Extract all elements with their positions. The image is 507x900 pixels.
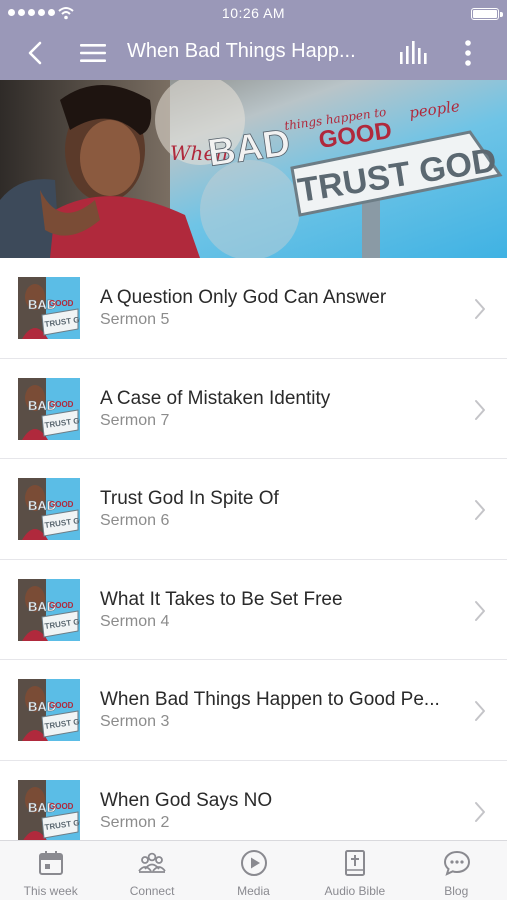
status-bar: 10:26 AM (0, 0, 507, 26)
sermon-title: What It Takes to Be Set Free (100, 588, 343, 610)
tab-this-week[interactable]: This week (0, 841, 101, 900)
thumb-good: GOOD (49, 701, 74, 710)
page-title: When Bad Things Happ... (127, 40, 356, 62)
sermon-title: Trust God In Spite Of (100, 488, 279, 509)
sermon-title: When Bad Things Happen to Good Pe... (100, 689, 440, 710)
sermon-subtitle: Sermon 2 (100, 813, 170, 831)
status-time: 10:26 AM (221, 5, 286, 21)
chevron-right-icon (475, 701, 485, 721)
back-arrow-icon[interactable] (22, 40, 48, 66)
bottom-tab-bar: This week Connect Media Audio Bible Blog (0, 840, 507, 900)
chat-bubble-icon (443, 850, 470, 876)
sermon-title: When God Says NO (100, 789, 273, 811)
people-icon (138, 852, 167, 873)
sermon-list-item[interactable]: BAD GOOD TRUST GOD A Question Only God C… (0, 258, 507, 359)
chevron-right-icon (475, 500, 485, 520)
tab-connect[interactable]: Connect (101, 841, 202, 900)
series-banner: When BAD things happen to GOOD people TR… (0, 80, 507, 258)
sermon-thumbnail: BAD GOOD TRUST GOD (18, 679, 80, 741)
sermon-thumbnail: BAD GOOD TRUST GOD (18, 377, 80, 440)
sermon-list-item[interactable]: BAD GOOD TRUST GOD A Case of Mistaken Id… (0, 358, 507, 459)
chevron-right-icon (475, 299, 485, 319)
calendar-icon (39, 851, 63, 875)
thumb-good: GOOD (49, 601, 74, 610)
thumb-good: GOOD (49, 400, 74, 409)
tab-label: Media (237, 884, 270, 898)
sermon-thumbnail: BAD GOOD TRUST GOD (18, 277, 80, 339)
more-options-icon[interactable] (458, 38, 478, 68)
sermon-subtitle: Sermon 6 (100, 512, 170, 529)
battery-icon (471, 8, 503, 20)
tab-label: Blog (444, 884, 469, 898)
sermon-subtitle: Sermon 4 (100, 612, 170, 630)
sermon-list-item[interactable]: BAD GOOD TRUST GOD When God Says NO Serm… (0, 760, 507, 840)
sermon-title: A Case of Mistaken Identity (100, 387, 331, 409)
thumb-good: GOOD (49, 299, 74, 308)
sermon-title: A Question Only God Can Answer (100, 287, 387, 308)
chevron-right-icon (475, 600, 485, 621)
tab-blog[interactable]: Blog (406, 841, 507, 900)
bible-icon (345, 850, 366, 876)
chevron-right-icon (475, 399, 485, 420)
audio-player-icon[interactable] (398, 40, 430, 66)
sermon-list: BAD GOOD TRUST GOD A Question Only God C… (0, 258, 507, 840)
tab-audio-bible[interactable]: Audio Bible (304, 841, 405, 900)
sermon-list-item[interactable]: BAD GOOD TRUST GOD When Bad Things Happe… (0, 660, 507, 761)
thumb-good: GOOD (49, 802, 74, 811)
sermon-thumbnail: BAD GOOD TRUST GOD (18, 478, 80, 540)
chevron-right-icon (475, 801, 485, 822)
sermon-list-item[interactable]: BAD GOOD TRUST GOD Trust God In Spite Of… (0, 459, 507, 560)
sermon-subtitle: Sermon 7 (100, 411, 170, 429)
play-circle-icon (240, 850, 267, 876)
sermon-subtitle: Sermon 3 (100, 713, 170, 730)
hamburger-menu-icon[interactable] (79, 41, 107, 65)
tab-label: This week (23, 884, 78, 898)
sermon-thumbnail: BAD GOOD TRUST GOD (18, 779, 80, 840)
sermon-list-item[interactable]: BAD GOOD TRUST GOD What It Takes to Be S… (0, 559, 507, 660)
banner-artwork: When BAD things happen to GOOD people TR… (0, 80, 507, 258)
tab-media[interactable]: Media (203, 841, 304, 900)
sermon-subtitle: Sermon 5 (100, 311, 170, 328)
tab-label: Connect (129, 884, 175, 898)
nav-bar: When Bad Things Happ... (0, 26, 507, 80)
tab-label: Audio Bible (324, 884, 386, 898)
sermon-thumbnail: BAD GOOD TRUST GOD (18, 578, 80, 641)
thumb-good: GOOD (49, 500, 74, 509)
